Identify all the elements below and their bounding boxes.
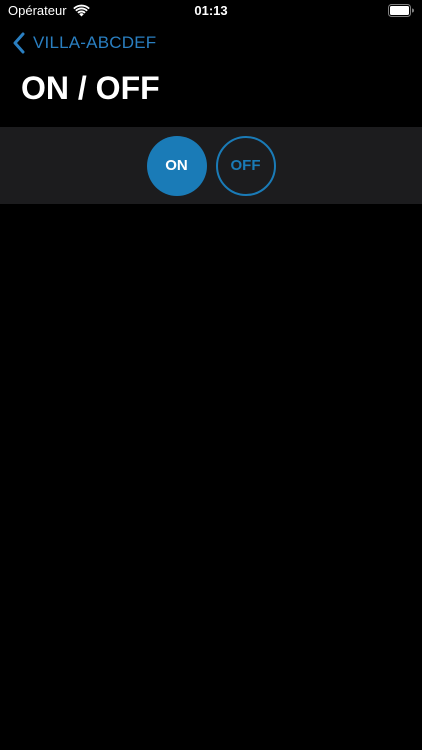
navigation-bar: VILLA-ABCDEF xyxy=(0,30,156,56)
back-button[interactable]: VILLA-ABCDEF xyxy=(0,32,156,54)
status-bar: Opérateur 01:13 xyxy=(0,0,422,22)
page-title: ON / OFF xyxy=(21,70,160,106)
status-time: 01:13 xyxy=(194,3,228,18)
off-button[interactable]: OFF xyxy=(215,135,276,196)
on-button[interactable]: ON xyxy=(146,135,207,196)
on-button-label: ON xyxy=(165,157,188,174)
chevron-left-icon xyxy=(13,32,25,54)
off-button-label: OFF xyxy=(230,157,261,174)
back-button-label: VILLA-ABCDEF xyxy=(33,33,157,52)
toggle-control-strip: ON OFF xyxy=(0,127,422,204)
battery-icon xyxy=(388,4,414,17)
